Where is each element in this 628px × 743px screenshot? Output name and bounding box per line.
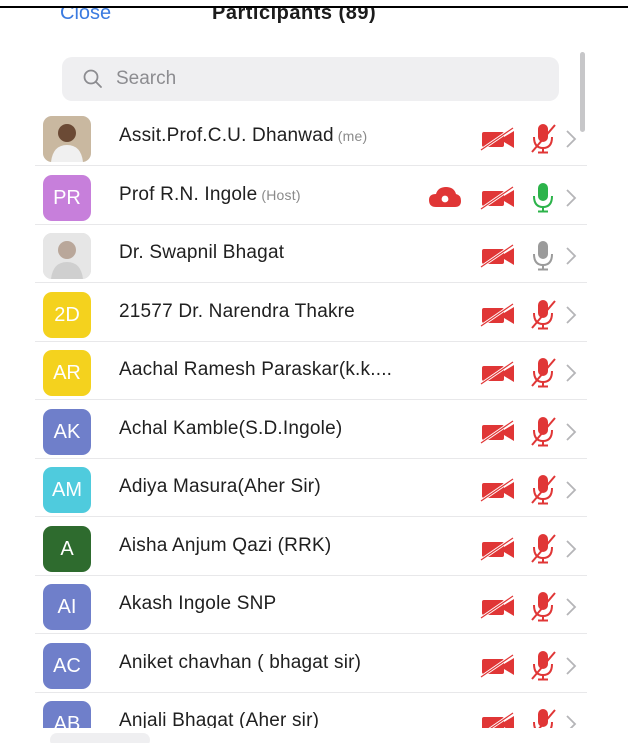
participant-name: Assit.Prof.C.U. Dhanwad (me)	[119, 125, 367, 147]
video-off-icon	[479, 243, 517, 269]
participant-name: Prof R.N. Ingole (Host)	[119, 184, 301, 206]
participant-name: Adiya Masura(Aher Sir)	[119, 476, 321, 498]
participant-name: 21577 Dr. Narendra Thakre	[119, 301, 355, 323]
participant-row[interactable]: AM Adiya Masura(Aher Sir)	[35, 459, 587, 517]
mic-muted-icon	[529, 589, 557, 623]
participant-name-text: Dr. Swapnil Bhagat	[119, 242, 285, 263]
participant-row[interactable]: AI Akash Ingole SNP	[35, 576, 587, 634]
video-off-icon	[479, 185, 517, 211]
participant-name-text: 21577 Dr. Narendra Thakre	[119, 301, 355, 322]
participant-row[interactable]: Dr. Swapnil Bhagat	[35, 225, 587, 283]
participant-name-text: Aisha Anjum Qazi (RRK)	[119, 535, 332, 556]
chevron-right-icon[interactable]	[564, 538, 578, 560]
participant-name-text: Adiya Masura(Aher Sir)	[119, 476, 321, 497]
participant-name-text: Aniket chavhan ( bhagat sir)	[119, 652, 362, 673]
participant-name-text: Akash Ingole SNP	[119, 593, 277, 614]
chevron-right-icon[interactable]	[564, 421, 578, 443]
chevron-right-icon[interactable]	[564, 128, 578, 150]
mic-muted-icon	[529, 472, 557, 506]
mic-icon	[529, 238, 557, 272]
participant-row[interactable]: AB Anjali Bhagat (Aher sir)	[35, 693, 587, 728]
participant-name: Aisha Anjum Qazi (RRK)	[119, 535, 331, 557]
chevron-right-icon[interactable]	[564, 362, 578, 384]
chevron-right-icon[interactable]	[564, 655, 578, 677]
participant-row[interactable]: 2D 21577 Dr. Narendra Thakre	[35, 284, 587, 342]
video-off-icon	[479, 477, 517, 503]
video-off-icon	[479, 653, 517, 679]
video-off-icon	[479, 594, 517, 620]
participant-list: Assit.Prof.C.U. Dhanwad (me) PR Prof R.N. I…	[35, 108, 587, 728]
participant-role-tag: (me)	[337, 128, 368, 144]
participant-row[interactable]: AC Aniket chavhan ( bhagat sir)	[35, 635, 587, 693]
participant-name-text: Aachal Ramesh Paraskar(k.k....	[119, 359, 393, 380]
header: Close Participants (89)	[0, 8, 628, 50]
avatar: A	[43, 526, 91, 572]
video-off-icon	[479, 419, 517, 445]
mic-muted-icon	[529, 297, 557, 331]
video-off-icon	[479, 302, 517, 328]
mic-muted-icon	[529, 531, 557, 565]
participant-name-text: Assit.Prof.C.U. Dhanwad	[119, 125, 334, 146]
avatar: AC	[43, 643, 91, 689]
participant-name: Achal Kamble(S.D.Ingole)	[119, 418, 342, 440]
video-off-icon	[479, 536, 517, 562]
chevron-right-icon[interactable]	[564, 596, 578, 618]
mic-muted-icon	[529, 648, 557, 682]
participant-name: Anjali Bhagat (Aher sir)	[119, 710, 319, 728]
chevron-right-icon[interactable]	[564, 245, 578, 267]
mic-muted-icon	[529, 414, 557, 448]
participant-row[interactable]: AR Aachal Ramesh Paraskar(k.k....	[35, 342, 587, 400]
mic-muted-icon	[529, 121, 557, 155]
video-off-icon	[479, 360, 517, 386]
avatar: AM	[43, 467, 91, 513]
avatar: AI	[43, 584, 91, 630]
bottom-tab[interactable]	[50, 733, 150, 743]
video-off-icon	[479, 126, 517, 152]
participant-name-text: Anjali Bhagat (Aher sir)	[119, 710, 320, 728]
avatar: AB	[43, 701, 91, 728]
avatar: 2D	[43, 292, 91, 338]
chevron-right-icon[interactable]	[564, 304, 578, 326]
participant-row[interactable]: A Aisha Anjum Qazi (RRK)	[35, 518, 587, 576]
chevron-right-icon[interactable]	[564, 713, 578, 728]
participant-name: Aachal Ramesh Paraskar(k.k....	[119, 359, 392, 381]
chevron-right-icon[interactable]	[564, 479, 578, 501]
mic-muted-icon	[529, 706, 557, 728]
cloud-recording-icon	[427, 185, 463, 209]
avatar: AR	[43, 350, 91, 396]
search-bar[interactable]: Search	[62, 57, 559, 101]
avatar: PR	[43, 175, 91, 221]
avatar	[43, 233, 91, 279]
participant-name: Dr. Swapnil Bhagat	[119, 242, 284, 264]
participant-role-tag: (Host)	[261, 187, 301, 203]
participant-row[interactable]: Assit.Prof.C.U. Dhanwad (me)	[35, 108, 587, 166]
participant-row[interactable]: PR Prof R.N. Ingole (Host)	[35, 167, 587, 225]
avatar	[43, 116, 91, 162]
participant-name: Akash Ingole SNP	[119, 593, 276, 615]
search-icon	[83, 69, 102, 88]
participant-row[interactable]: AK Achal Kamble(S.D.Ingole)	[35, 401, 587, 459]
participant-name: Aniket chavhan ( bhagat sir)	[119, 652, 361, 674]
avatar: AK	[43, 409, 91, 455]
chevron-right-icon[interactable]	[564, 187, 578, 209]
close-button[interactable]: Close	[60, 8, 111, 25]
page-title: Participants (89)	[212, 8, 377, 24]
participant-name-text: Prof R.N. Ingole	[119, 184, 258, 205]
mic-on-icon	[529, 180, 557, 214]
mic-muted-icon	[529, 355, 557, 389]
search-input[interactable]: Search	[116, 68, 176, 90]
participant-name-text: Achal Kamble(S.D.Ingole)	[119, 418, 343, 439]
video-off-icon	[479, 711, 517, 728]
